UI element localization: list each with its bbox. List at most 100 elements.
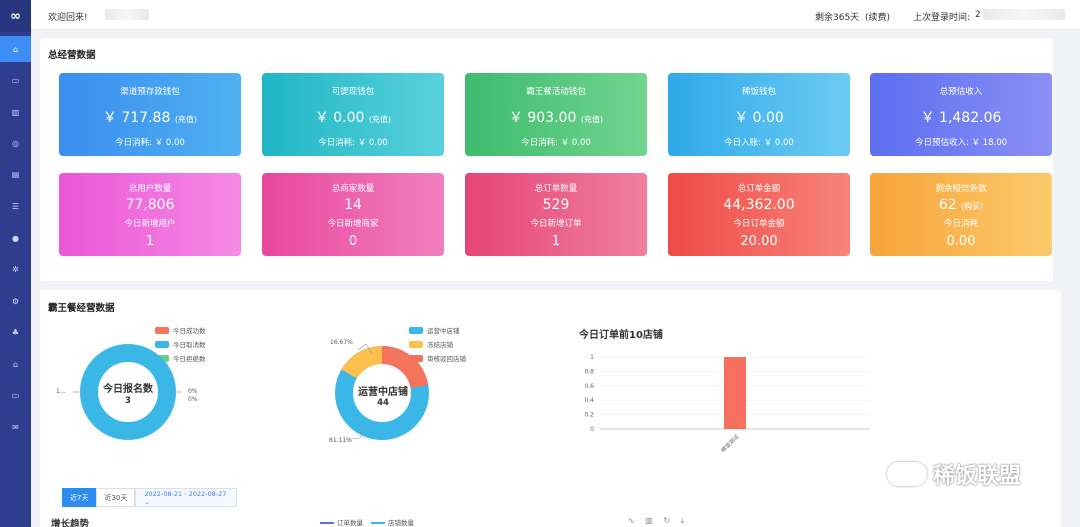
wechat-icon [887, 462, 927, 486]
growth-legend: 订单数量 店铺数量 [320, 517, 414, 527]
gear-icon[interactable]: ✲ [0, 256, 31, 282]
card-sub: 今日预估收入: ￥ 18.00 [914, 138, 1008, 148]
y-tick-label: 1 [590, 354, 594, 361]
date-range-bar: 近7天 近30天 2022-08-21 - 2022-08-27 ⌄ [62, 488, 238, 507]
card-sub: 今日消耗: ￥ 0.00 [521, 138, 591, 148]
card-value: ￥ 1,482.06 [920, 110, 1002, 126]
growth-title: 增长趋势 [51, 519, 90, 527]
donut2-center-value: 44 [377, 398, 389, 408]
stat-card-1-2[interactable]: 可提现钱包 ￥ 0.00 (充值) 今日消耗: ￥ 0.00 [262, 73, 444, 156]
card-today-value: 0 [348, 234, 358, 249]
donut2-label-top: 16.67% [330, 339, 353, 346]
x-tick-label: 稀饭测试 [719, 432, 741, 454]
stat-card-1-4[interactable]: 稀饭钱包 ￥ 0.00 今日入账: ￥ 0.00 [668, 73, 850, 156]
y-tick-label: 0.4 [584, 397, 594, 404]
stat-card-2-5[interactable]: 剩余短信条数 62 (购买) 今日消耗 0.00 [870, 173, 1052, 256]
card-title: 可提现钱包 [331, 87, 375, 97]
bar-chart-top10-stores: 0 0.2 0.4 0.6 0.8 1 稀饭测试 [584, 354, 870, 454]
date-range-picker[interactable]: 2022-08-21 - 2022-08-27 ⌄ [135, 488, 238, 507]
logo[interactable]: ∞ [0, 0, 31, 32]
card-title: 总订单数量 [534, 184, 578, 194]
btn-last-7-days[interactable]: 近7天 [62, 488, 97, 507]
stat-card-1-5[interactable]: 总预估收入 ￥ 1,482.06 今日预估收入: ￥ 18.00 [870, 73, 1052, 156]
card-title: 总商家数量 [331, 184, 375, 194]
card-today-value: 1 [551, 234, 561, 249]
renew-link[interactable]: (续费) [865, 10, 890, 23]
card-unit[interactable]: (购买) [961, 202, 983, 211]
card-today-value: 0.00 [946, 234, 976, 249]
card-unit[interactable]: (充值) [581, 115, 603, 124]
sidebar: ∞ ⌂ ▭ ▥ ◎ ▤ ☰ ● ✲ ⚙ ♣ ⌂ ▭ ✉ [0, 0, 31, 527]
card-value: 529 [542, 197, 570, 213]
last-login-value: 2 [975, 10, 981, 20]
screen-icon[interactable]: ▭ [0, 382, 31, 408]
legend-success[interactable]: 今日成功数 [155, 325, 206, 335]
circle-icon[interactable]: ◎ [0, 130, 31, 156]
bawang-title: 霸王餐经营数据 [48, 303, 115, 314]
donut-chart-signups [73, 344, 182, 440]
card-title: 总预估收入 [939, 87, 983, 97]
card-title: 剩余短信条数 [935, 184, 987, 194]
mail-icon[interactable]: ✉ [0, 414, 31, 440]
stat-card-2-4[interactable]: 总订单金额 44,362.00 今日订单金额 20.00 [668, 173, 850, 256]
topbar: 欢迎回来! 剩余365天 (续费) 上次登录时间: 2 [31, 0, 1080, 30]
card-title: 总用户数量 [128, 184, 172, 194]
y-tick-label: 0.8 [584, 368, 594, 375]
settings-icon[interactable]: ⚙ [0, 288, 31, 314]
card-unit[interactable]: (充值) [369, 115, 391, 124]
card-value: ￥ 903.00 (充值) [508, 110, 604, 126]
legend-stores[interactable]: 店铺数量 [371, 517, 414, 527]
card-value: 77,806 [125, 197, 175, 213]
y-tick-label: 0 [590, 426, 594, 433]
card-sub: 今日消耗: ￥ 0.00 [115, 138, 185, 148]
watermark: 稀饭联盟 [887, 458, 1021, 490]
donut1-center-title: 今日报名数 [103, 384, 153, 395]
donut1-center-value: 3 [125, 396, 131, 406]
card-unit[interactable]: (充值) [175, 115, 197, 124]
stat-card-2-1[interactable]: 总用户数量 77,806 今日新增用户 1 [59, 173, 241, 256]
card-sub: 今日入账: ￥ 0.00 [724, 138, 794, 148]
card-title: 霸王餐活动钱包 [526, 87, 586, 97]
monitor-icon[interactable]: ▭ [0, 67, 31, 93]
stat-card-2-3[interactable]: 总订单数量 529 今日新增订单 1 [465, 173, 647, 256]
stat-card-1-1[interactable]: 渠道预存款钱包 ￥ 717.88 (充值) 今日消耗: ￥ 0.00 [59, 73, 241, 156]
card-sub: 今日新增商家 [327, 219, 379, 229]
store-icon[interactable]: ▤ [0, 161, 31, 187]
last-login-blurred [983, 9, 1065, 20]
bar[interactable] [724, 357, 746, 429]
stat-card-2-2[interactable]: 总商家数量 14 今日新增商家 0 [262, 173, 444, 256]
legend-orders[interactable]: 订单数量 [320, 517, 363, 527]
card-value: 14 [344, 197, 362, 213]
bar-chart-title: 今日订单前10店铺 [579, 330, 663, 341]
btn-last-30-days[interactable]: 近30天 [96, 488, 136, 507]
building-icon[interactable]: ▥ [0, 99, 31, 125]
list-icon[interactable]: ☰ [0, 193, 31, 219]
stat-card-1-3[interactable]: 霸王餐活动钱包 ￥ 903.00 (充值) 今日消耗: ￥ 0.00 [465, 73, 647, 156]
last-login-label: 上次登录时间: [913, 13, 971, 23]
card-sub: 今日订单金额 [733, 219, 785, 229]
user-icon[interactable]: ● [0, 225, 31, 251]
chart-toolbox-icons[interactable]: ∿ ▥ ↻ ⤓ [628, 516, 688, 526]
card-title: 稀饭钱包 [741, 87, 776, 97]
remaining-days: 剩余365天 [815, 13, 860, 23]
donut1-label-left: 1... [56, 388, 66, 395]
overview-title: 总经营数据 [48, 50, 96, 61]
y-tick-label: 0.6 [584, 383, 594, 390]
card-value: ￥ 717.88 (充值) [102, 110, 198, 126]
team-icon[interactable]: ♣ [0, 319, 31, 345]
card-sub: 今日新增订单 [530, 219, 582, 229]
card-value: ￥ 0.00 [734, 110, 784, 126]
home-icon[interactable]: ⌂ [0, 36, 31, 62]
donut2-center-title: 运营中店铺 [358, 387, 408, 398]
card-title: 总订单金额 [737, 184, 781, 194]
card-value: 44,362.00 [723, 197, 795, 213]
card-sub: 今日消耗 [943, 219, 978, 229]
card-title: 渠道预存款钱包 [120, 87, 180, 97]
card-sub: 今日新增用户 [124, 219, 176, 229]
welcome-text: 欢迎回来! [48, 13, 88, 23]
shop-icon[interactable]: ⌂ [0, 351, 31, 377]
donut1-label-right1: 0% [188, 388, 198, 395]
donut2-label-bottom: 61.11% [329, 437, 352, 444]
donut1-label-right2: 0% [188, 396, 198, 403]
card-today-value: 20.00 [740, 234, 778, 249]
